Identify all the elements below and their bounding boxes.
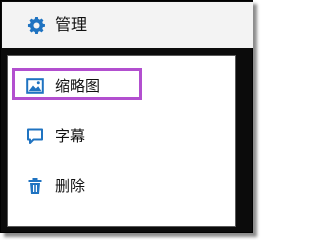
menu-item-caption[interactable]: 字幕 [8, 119, 235, 153]
menu-title: 管理 [55, 15, 88, 34]
caption-icon [26, 127, 44, 145]
trash-icon [26, 177, 44, 195]
menu-header[interactable]: 管理 [2, 2, 253, 48]
menu-panel: 管理 缩略图 字幕 删除 [0, 0, 253, 233]
gear-icon [27, 16, 46, 35]
menu-item-label: 字幕 [55, 127, 86, 145]
thumbnail-image-icon [26, 77, 44, 95]
menu-dropdown: 缩略图 字幕 删除 [7, 55, 236, 227]
menu-item-delete[interactable]: 删除 [8, 169, 235, 203]
menu-item-label: 删除 [55, 177, 86, 195]
menu-item-thumbnail[interactable]: 缩略图 [8, 68, 235, 103]
menu-item-label: 缩略图 [55, 77, 101, 95]
